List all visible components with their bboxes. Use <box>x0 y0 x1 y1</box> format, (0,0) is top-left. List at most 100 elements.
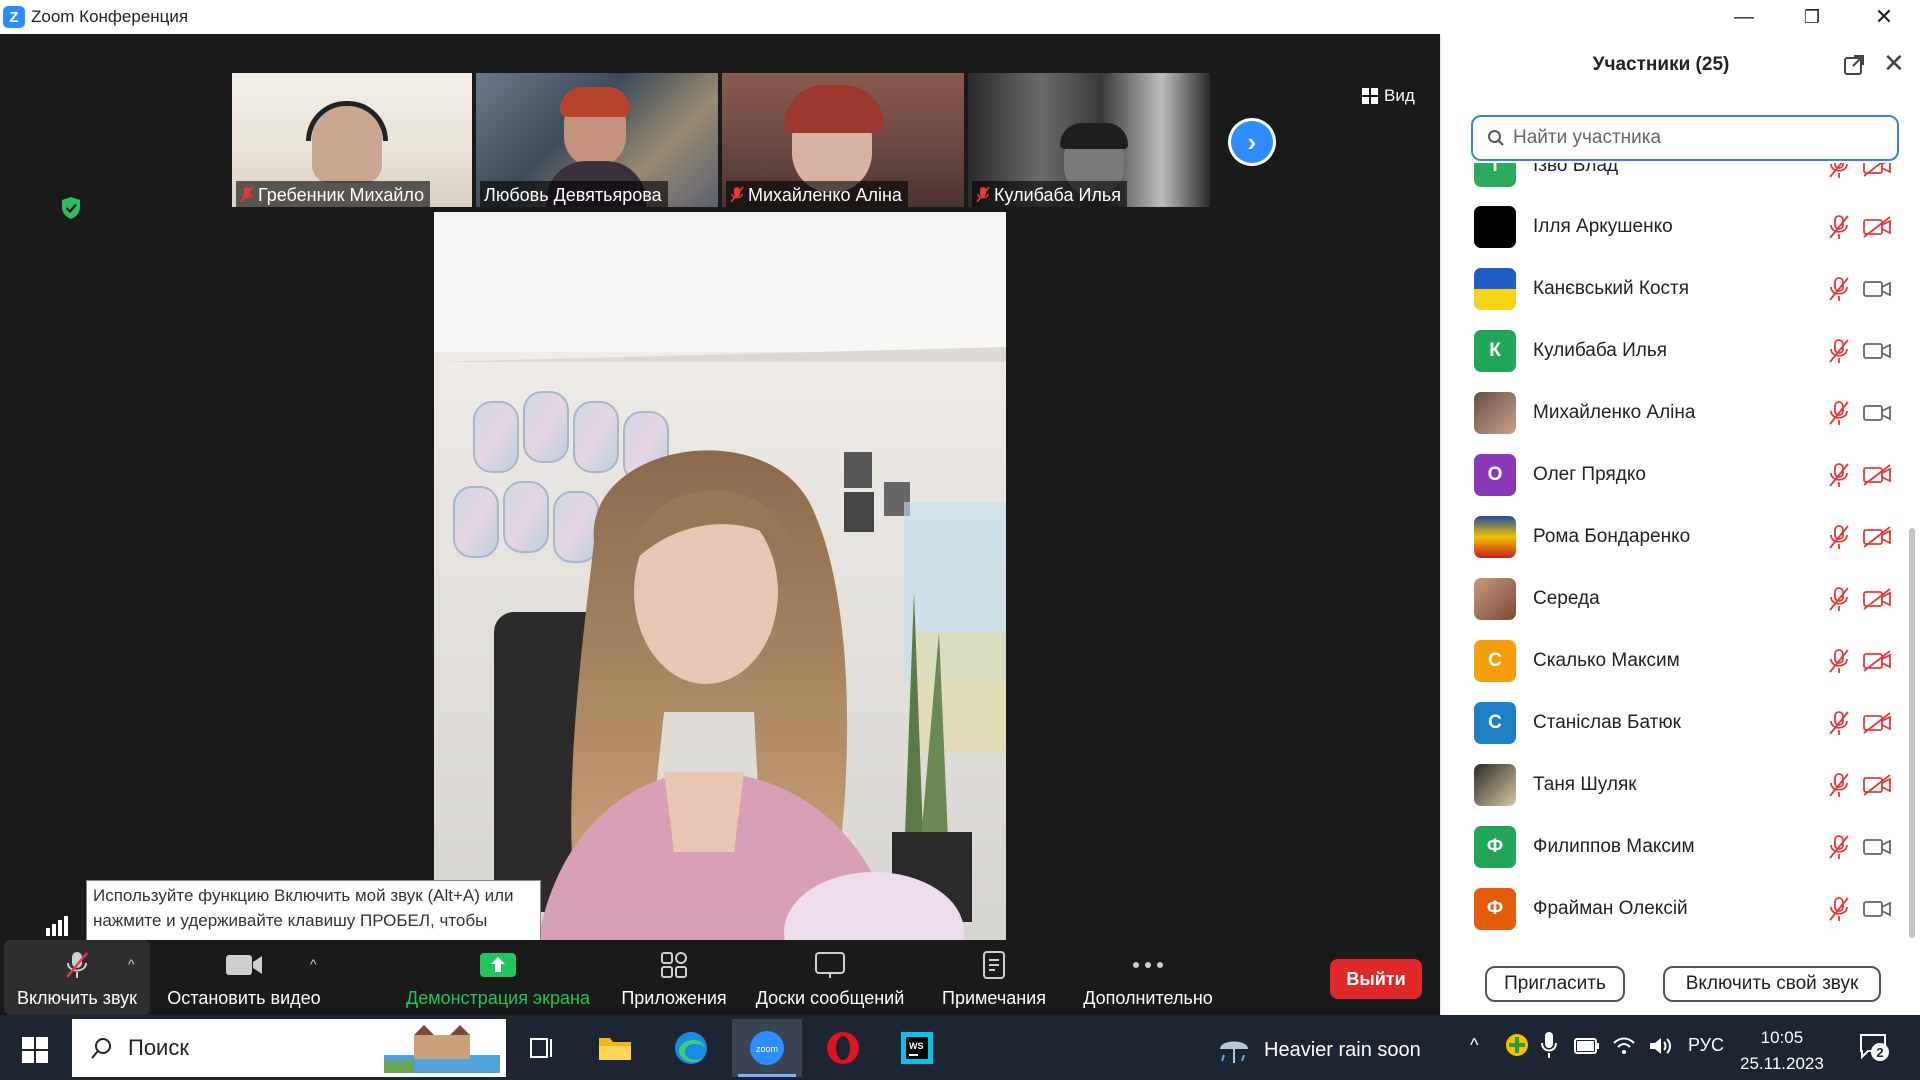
participant-row[interactable]: С Скалько Максим <box>1441 630 1905 692</box>
video-thumbnail[interactable]: Кулибаба Илья <box>968 73 1210 207</box>
language-indicator[interactable]: РУС <box>1688 1035 1724 1056</box>
muted-mic-icon[interactable] <box>1828 524 1850 550</box>
webstorm-button[interactable]: WS <box>882 1019 952 1077</box>
wifi-icon[interactable] <box>1612 1035 1636 1057</box>
participant-row[interactable]: Канєвський Костя <box>1441 258 1905 320</box>
file-explorer-button[interactable] <box>580 1019 650 1077</box>
muted-mic-icon[interactable] <box>1828 400 1850 426</box>
clock[interactable]: 10:05 25.11.2023 <box>1740 1025 1824 1077</box>
weather-widget[interactable]: Heavier rain soon <box>1216 1033 1421 1067</box>
apps-button[interactable]: Приложения <box>614 940 734 1015</box>
camera-off-icon[interactable] <box>1863 216 1891 238</box>
muted-mic-icon[interactable] <box>1828 896 1850 922</box>
participant-row[interactable]: Середа <box>1441 568 1905 630</box>
zoom-taskbar-button[interactable]: zoom <box>732 1019 802 1077</box>
microphone-tray-icon[interactable] <box>1541 1031 1557 1059</box>
camera-off-icon[interactable] <box>1863 712 1891 734</box>
camera-off-icon[interactable] <box>1863 588 1891 610</box>
invite-button[interactable]: Пригласить <box>1485 966 1625 1002</box>
volume-icon[interactable] <box>1648 1035 1672 1057</box>
task-view-button[interactable] <box>506 1019 576 1077</box>
meeting-toolbar: Включить звук ^ Остановить видео ^ Демон… <box>0 940 1440 1015</box>
participant-row[interactable]: Таня Шуляк <box>1441 754 1905 816</box>
leave-button[interactable]: Выйти <box>1330 959 1422 999</box>
unmute-button[interactable]: Включить звук <box>4 940 150 1015</box>
windows-taskbar: Поиск zoom WS Heavier rain soon ^ РУС 10… <box>0 1015 1920 1080</box>
next-page-button[interactable]: › <box>1228 118 1276 166</box>
share-screen-button[interactable]: Демонстрация экрана <box>400 940 596 1015</box>
video-thumbnail[interactable]: Любовь Девятьярова <box>476 73 718 207</box>
view-label: Вид <box>1384 86 1415 105</box>
participant-row[interactable]: С Станіслав Батюк <box>1441 692 1905 754</box>
svg-text:WS: WS <box>909 1041 924 1051</box>
muted-mic-icon[interactable] <box>1828 338 1850 364</box>
participant-name: Олег Прядко <box>1533 464 1646 485</box>
participants-scrollbar[interactable] <box>1909 528 1915 938</box>
participant-row[interactable]: К Кулибаба Илья <box>1441 320 1905 382</box>
camera-off-icon[interactable] <box>1863 650 1891 672</box>
camera-icon[interactable] <box>1863 836 1891 858</box>
video-options-caret-icon[interactable]: ^ <box>310 956 317 972</box>
notification-center-button[interactable]: 2 <box>1858 1031 1889 1061</box>
participant-row[interactable]: О Олег Прядко <box>1441 444 1905 506</box>
encryption-shield-icon[interactable] <box>60 196 82 220</box>
notes-button[interactable]: Примечания <box>934 940 1054 1015</box>
video-thumbnail[interactable]: Михайленко Аліна <box>722 73 964 207</box>
more-button[interactable]: Дополнительно <box>1076 940 1220 1015</box>
stop-video-button[interactable]: Остановить видео <box>162 940 326 1015</box>
participant-row[interactable]: Рома Бондаренко <box>1441 506 1905 568</box>
battery-icon[interactable] <box>1574 1037 1600 1055</box>
search-input[interactable] <box>1513 127 1873 149</box>
taskbar-search[interactable]: Поиск <box>72 1019 506 1077</box>
participant-name: Гребенник Михайло <box>258 184 425 205</box>
muted-mic-icon[interactable] <box>1828 276 1850 302</box>
tray-app-icon[interactable] <box>1505 1033 1529 1057</box>
edge-browser-icon <box>675 1032 707 1064</box>
muted-mic-icon[interactable] <box>1828 214 1850 240</box>
participant-row[interactable]: Михайленко Аліна <box>1441 382 1905 444</box>
connection-signal-icon[interactable] <box>46 914 72 936</box>
whiteboards-button[interactable]: Доски сообщений <box>748 940 912 1015</box>
restore-button[interactable]: ❐ <box>1780 0 1844 34</box>
muted-mic-icon[interactable] <box>1828 163 1850 179</box>
audio-options-caret-icon[interactable]: ^ <box>128 956 135 972</box>
muted-mic-icon[interactable] <box>1828 772 1850 798</box>
active-speaker-video[interactable] <box>434 212 1006 974</box>
muted-mic-icon[interactable] <box>1828 834 1850 860</box>
muted-mic-icon[interactable] <box>1828 710 1850 736</box>
muted-mic-icon[interactable] <box>1828 586 1850 612</box>
video-thumbnail[interactable]: Гребенник Михайло <box>232 73 472 207</box>
windows-start-icon[interactable] <box>22 1037 48 1063</box>
avatar: Ф <box>1474 888 1516 930</box>
opera-browser-icon <box>827 1032 859 1064</box>
camera-off-icon[interactable] <box>1863 774 1891 796</box>
popout-icon[interactable] <box>1843 54 1865 76</box>
participant-name: Ізво Влад <box>1533 163 1619 176</box>
participant-search[interactable] <box>1471 115 1899 161</box>
muted-mic-icon[interactable] <box>1828 648 1850 674</box>
edge-button[interactable] <box>656 1019 726 1077</box>
avatar: С <box>1474 640 1516 682</box>
participant-name: Михайленко Аліна <box>1533 402 1696 423</box>
camera-icon[interactable] <box>1863 898 1891 920</box>
unmute-me-button[interactable]: Включить свой звук <box>1663 966 1881 1002</box>
apps-icon <box>661 952 687 978</box>
participant-row[interactable]: Ф Фрайман Олексій <box>1441 878 1905 940</box>
participant-row[interactable]: Ф Филиппов Максим <box>1441 816 1905 878</box>
camera-off-icon[interactable] <box>1863 526 1891 548</box>
camera-off-icon[interactable] <box>1863 163 1891 177</box>
close-button[interactable]: ✕ <box>1852 0 1916 34</box>
close-panel-icon[interactable]: ✕ <box>1883 48 1905 79</box>
show-hidden-icons-icon[interactable]: ^ <box>1470 1035 1478 1056</box>
opera-button[interactable] <box>808 1019 878 1077</box>
camera-icon[interactable] <box>1863 278 1891 300</box>
view-button[interactable]: Вид <box>1362 86 1415 106</box>
participant-row[interactable]: І Ізво Влад <box>1441 163 1905 197</box>
minimize-button[interactable]: — <box>1712 0 1776 34</box>
camera-off-icon[interactable] <box>1863 464 1891 486</box>
avatar: І <box>1474 163 1516 187</box>
camera-icon[interactable] <box>1863 340 1891 362</box>
muted-mic-icon[interactable] <box>1828 462 1850 488</box>
participant-row[interactable]: Ілля Аркушенко <box>1441 196 1905 258</box>
camera-icon[interactable] <box>1863 402 1891 424</box>
